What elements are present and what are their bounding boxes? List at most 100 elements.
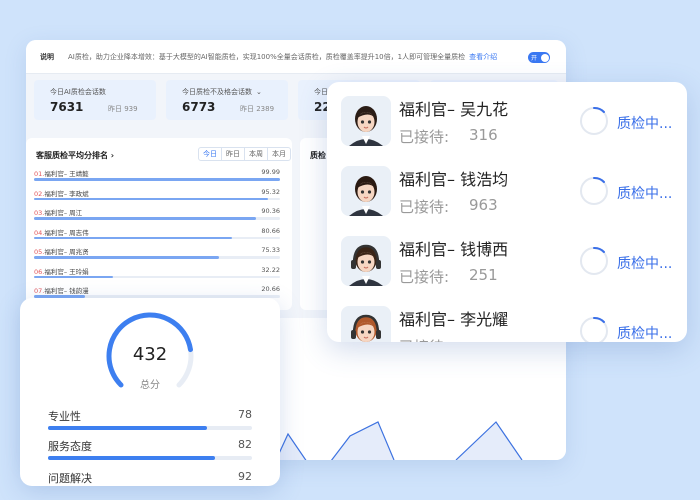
- agent-served-label: 已接待:: [399, 336, 449, 342]
- agent-name: 福利官– 钱浩均: [399, 170, 509, 189]
- agent-status: 质检中...: [617, 186, 673, 202]
- ranking-index: 03.: [34, 209, 45, 217]
- ranking-bar: [34, 217, 280, 220]
- avatar-illustration: [349, 176, 383, 216]
- stat-title: 今日AI质检会话数: [50, 88, 106, 96]
- ranking-name: 01.福利官– 王靖懿: [34, 170, 89, 178]
- tab-week[interactable]: 本周: [245, 148, 268, 160]
- total-score: 432: [132, 344, 168, 365]
- metric-value: 92: [238, 470, 252, 483]
- ranking-row[interactable]: 02.福利官– 李政斌 95.32: [34, 188, 280, 208]
- avatar: [341, 236, 391, 286]
- ranking-bar: [34, 197, 280, 200]
- ranking-bar: [34, 256, 280, 259]
- avatar-illustration: [351, 314, 381, 342]
- metric-label: 服务态度: [48, 440, 92, 453]
- agent-served-count: 963: [469, 196, 498, 214]
- tab-today[interactable]: 今日: [199, 148, 222, 160]
- notice-text: AI质检，助力企业降本增效：基于大模型的AI智能质检，实现100%全量会话质检，…: [68, 52, 466, 61]
- avatar: [341, 166, 391, 216]
- agent-served-count: 251: [469, 266, 498, 284]
- ranking-index: 04.: [34, 228, 45, 237]
- agent-row[interactable]: 福利官– 钱博西 已接待: 251 质检中...: [327, 222, 687, 292]
- agent-served-label: 已接待:: [399, 198, 450, 216]
- metric-label: 问题解决: [48, 472, 92, 485]
- ranking-bar-fill: [34, 217, 257, 220]
- ranking-index: 07.: [34, 287, 45, 295]
- chevron-right-icon: ›: [110, 151, 115, 160]
- ranking-name: 05.福利官– 周兆贤: [34, 248, 89, 256]
- metric-bar-fill: [48, 456, 216, 460]
- ranking-bar: [34, 236, 280, 239]
- toggle-knob: [540, 53, 549, 62]
- agent-name: 福利官– 吴九花: [399, 100, 509, 119]
- ranking-name: 04.福利官– 周志伟: [34, 228, 89, 237]
- agent-list: 福利官– 吴九花 已接待: 316 质检中... 福利官– 钱浩均 已接待: 963 质检中.…: [327, 82, 687, 342]
- tab-yesterday[interactable]: 昨日: [222, 148, 245, 160]
- ranking-index: 05.: [34, 248, 45, 256]
- stat-sub: 昨日 939: [108, 105, 138, 113]
- agent-row[interactable]: 福利官– 李光耀已接待: 质检中...: [327, 292, 687, 342]
- metric-bar: [48, 426, 252, 430]
- ranking-score: 90.36: [261, 207, 280, 215]
- agent-served-label: 已接待:: [399, 128, 450, 146]
- ranking-bar: [34, 275, 280, 278]
- ranking-row[interactable]: 03.福利官– 周江 90.36: [34, 207, 280, 227]
- notice-toggle[interactable]: 开: [528, 52, 550, 63]
- stat-value: 7631: [50, 100, 84, 114]
- avatar-illustration: [349, 244, 383, 286]
- metric-bar: [48, 456, 252, 460]
- stat-sub: 昨日 2389: [240, 105, 275, 113]
- ranking-score: 95.32: [261, 187, 280, 196]
- ranking-score: 80.66: [261, 226, 280, 235]
- total-score-label: 总分: [140, 380, 160, 391]
- ranking-title[interactable]: 客服质检平均分排名 ›: [36, 150, 114, 161]
- toggle-label: 开: [531, 55, 538, 62]
- metric-value: 78: [238, 408, 252, 421]
- metric-value: 82: [238, 438, 252, 451]
- ranking-index: 01.: [34, 170, 45, 178]
- ranking-name: 02.福利官– 李政斌: [34, 189, 89, 198]
- line-area-1: [276, 422, 394, 460]
- stat-title: 今日质检不及格会话数 ⌄: [182, 88, 262, 96]
- ranking-row[interactable]: 04.福利官– 周志伟 80.66: [34, 227, 280, 247]
- ranking-bar-fill: [34, 236, 233, 239]
- stat-card-failed-sessions: 今日质检不及格会话数 ⌄ 6773 昨日 2389: [166, 80, 288, 120]
- ranking-index: 06.: [34, 267, 45, 276]
- agent-row[interactable]: 福利官– 吴九花 已接待: 316 质检中...: [327, 82, 687, 152]
- notice-bar: 说明 AI质检，助力企业降本增效：基于大模型的AI智能质检，实现100%全量会话…: [26, 40, 566, 74]
- metric-label: 专业性: [48, 410, 81, 423]
- ranking-row[interactable]: 06.福利官– 王玲娟 32.22: [34, 266, 280, 286]
- stat-value: 6773: [182, 100, 216, 114]
- metric-bar-fill: [48, 426, 208, 430]
- agent-status: 质检中...: [617, 116, 673, 132]
- agent-name: 福利官– 李光耀: [399, 310, 509, 329]
- loading-spinner-icon: [580, 107, 608, 135]
- agent-row[interactable]: 福利官– 钱浩均 已接待: 963 质检中...: [327, 152, 687, 222]
- loading-spinner-icon: [580, 177, 608, 205]
- chevron-down-icon[interactable]: ⌄: [256, 88, 262, 96]
- agent-served-label: 已接待:: [399, 268, 450, 286]
- agent-status: 质检中...: [617, 256, 673, 272]
- score-card: 432 总分 专业性 78 服务态度 82 问题解决 92: [20, 298, 280, 486]
- ranking-bar-fill: [34, 256, 220, 259]
- notice-label: 说明: [40, 52, 54, 61]
- ranking-tabs: 今日 昨日 本周 本月: [198, 147, 291, 161]
- agent-served-count: 316: [469, 126, 498, 144]
- tab-month[interactable]: 本月: [268, 148, 290, 160]
- avatar: [341, 306, 391, 342]
- ranking-name: 07.福利官– 钱韵漫: [34, 287, 89, 295]
- notice-link[interactable]: 查看介绍: [469, 52, 497, 62]
- stat-card-qc-sessions: 今日AI质检会话数 7631 昨日 939: [34, 80, 156, 120]
- ranking-score: 99.99: [261, 168, 280, 176]
- agent-status: 质检中...: [617, 326, 673, 342]
- ranking-bar: [34, 178, 280, 181]
- ranking-bar-fill: [34, 275, 114, 278]
- ranking-row[interactable]: 01.福利官– 王靖懿 99.99: [34, 168, 280, 188]
- ranking-bar-fill: [34, 178, 280, 181]
- avatar: [341, 96, 391, 146]
- ranking-score: 75.33: [261, 246, 280, 254]
- ranking-score: 20.66: [261, 285, 280, 293]
- ranking-row[interactable]: 05.福利官– 周兆贤 75.33: [34, 246, 280, 266]
- loading-spinner-icon: [580, 317, 608, 342]
